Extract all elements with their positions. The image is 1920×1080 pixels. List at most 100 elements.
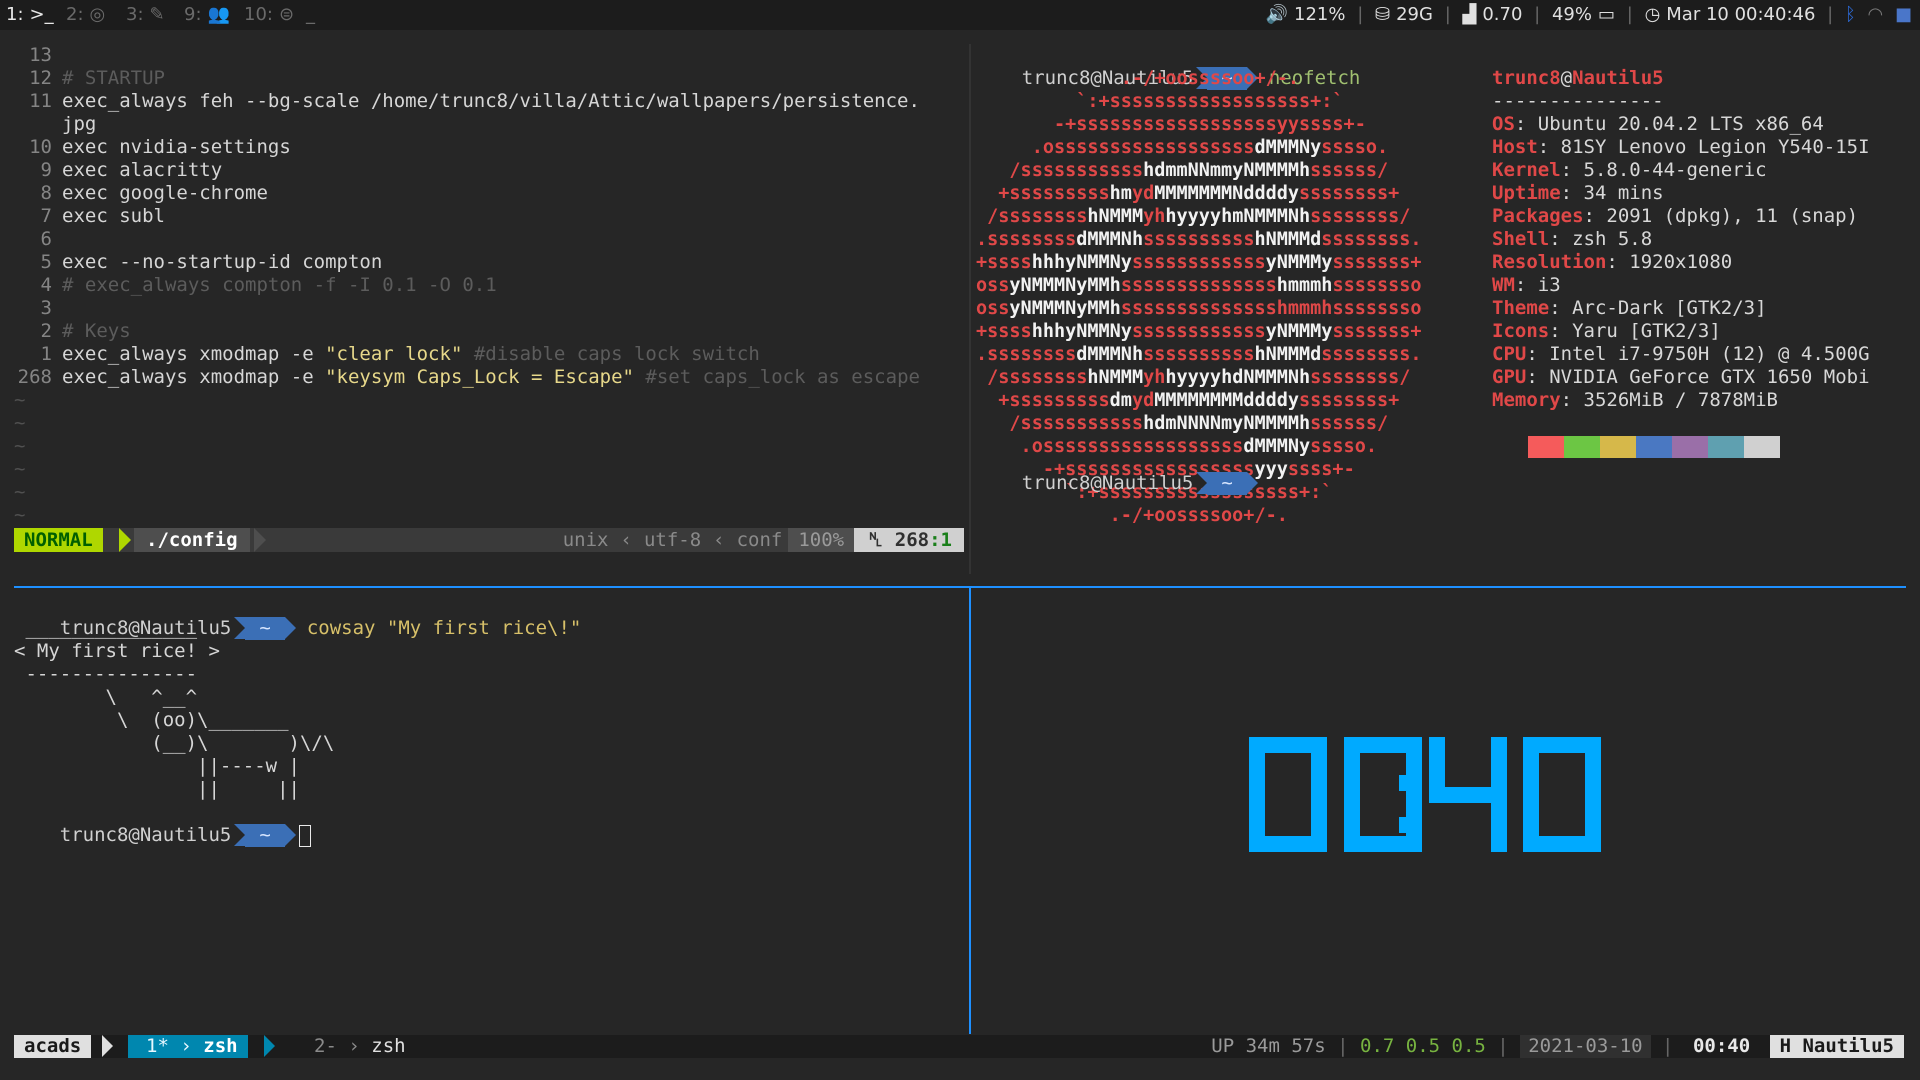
info-value: i3 [1537, 274, 1561, 296]
top-bar: 1: >_ 2: ◎ 3: ✎ 9: 👥 10: ⊜ _ 🔊 121% | ⛁ 29G | ▟ 0.70 … [0, 0, 1920, 30]
info-row: Resolution: 1920x1080 [1492, 251, 1906, 274]
vim-pane[interactable]: 13 12 # STARTUP 11 exec_always feh --bg-scal… [14, 44, 964, 556]
clock-digit [1249, 737, 1327, 852]
chrome-icon: ◎ [89, 4, 106, 25]
logo-segment: hyyyyhmNMMMNh [1165, 206, 1311, 227]
tmux-window-active[interactable]: 1* › zsh [128, 1035, 248, 1058]
logo-segment: ssssssss/ [1310, 367, 1455, 388]
code-text: exec_always xmodmap -e [62, 343, 326, 365]
pane-divider-horizontal [14, 586, 1906, 588]
vim-status-right: unix ‹ utf-8 ‹ conf 100% ␤ 268:1 [557, 528, 964, 552]
logo-segment: hNMMMd [1254, 344, 1322, 365]
wifi-icon[interactable]: ◠ [1868, 4, 1884, 25]
info-row: Theme: Arc-Dark [GTK2/3] [1492, 297, 1906, 320]
logo-segment: ssssssssss [1143, 229, 1255, 250]
system-info: trunc8@Nautilu5 --------------- OS: Ubun… [1492, 67, 1906, 412]
logo-line: ossyNMMMNyMMhsssssssssssssshmmmhssssssso [976, 274, 1486, 297]
logo-segment: +ssss [976, 321, 1032, 342]
logo-segment: ssssssss+ [1299, 390, 1455, 411]
clock-pane[interactable] [976, 594, 1906, 1024]
info-user: trunc8 [1492, 67, 1561, 89]
shell-prompt: trunc8@Nautilu5 ~ neofetch [976, 44, 1906, 90]
empty-line-marker: ~ [14, 435, 26, 457]
chevron-right-icon: › [180, 1035, 192, 1057]
code-text: exec google-chrome [62, 182, 268, 204]
bluetooth-icon[interactable]: ᛒ [1845, 4, 1856, 25]
cowsay-pane[interactable]: trunc8@Nautilu5 ~ cowsay "My first rice\!"… [14, 594, 964, 1024]
logo-segment: /sssssssssss [976, 160, 1144, 181]
logo-line: /sssssssshNMMMyhhyyyyhdNMMMNhssssssss/ [976, 366, 1486, 389]
tmux-status-right: UP 34m 57s | 0.7 0.5 0.5 | 2021-03-10 | … [1211, 1035, 1904, 1058]
line-number: 7 [40, 205, 52, 227]
code-text: jpg [62, 113, 97, 135]
logo-segment: sssso. [1321, 137, 1467, 158]
color-swatch [1708, 436, 1744, 458]
shell-prompt-2[interactable]: trunc8@Nautilu5 ~ [976, 449, 1259, 495]
digit-segment [1523, 737, 1539, 803]
logo-segment: /ssssssss [976, 367, 1088, 388]
info-host: Nautilu5 [1572, 67, 1664, 89]
uptime: UP 34m 57s [1211, 1035, 1326, 1057]
shell-prompt-2[interactable]: trunc8@Nautilu5 ~ [14, 801, 964, 847]
teams-icon[interactable]: ■ [1895, 4, 1912, 25]
info-row: WM: i3 [1492, 274, 1906, 297]
logo-segment: +sssssssss [976, 390, 1110, 411]
code-line: 1 exec_always xmodmap -e "clear lock" #di… [14, 343, 964, 366]
color-swatch [1744, 436, 1780, 458]
load-value: 0.70 [1482, 4, 1523, 25]
big-clock [1249, 737, 1601, 852]
tmux-window-inactive[interactable]: 2- › zsh [314, 1035, 406, 1058]
workspace-2[interactable]: 2: ◎ [66, 4, 105, 25]
line-number: 5 [40, 251, 52, 273]
workspace-number: 2: [66, 4, 84, 25]
workspace-3[interactable]: 3: ✎ [126, 4, 165, 25]
code-text: exec nvidia-settings [62, 136, 291, 158]
info-value: zsh 5.8 [1572, 228, 1653, 250]
volume-icon[interactable]: 🔊 [1266, 4, 1288, 25]
tmux-session[interactable]: acads [14, 1035, 92, 1058]
info-value: 3526MiB / 7878MiB [1583, 389, 1778, 411]
logo-segment: dMMMNh [1076, 344, 1144, 365]
info-value: Intel i7-9750H (12) @ 4.500G [1549, 343, 1870, 365]
vim-mode: NORMAL [14, 528, 103, 552]
logo-segment: ssssssss. [1321, 229, 1455, 250]
prompt-host: trunc8@Nautilu5 [1021, 472, 1194, 494]
disk-icon: ⛁ [1375, 4, 1391, 25]
logo-segment: .-/+oossssoo+/-. [976, 505, 1455, 526]
file-type: conf [736, 529, 783, 551]
info-colon: : [1549, 297, 1573, 319]
workspace-5[interactable]: 10: ⊜ [244, 4, 294, 25]
info-value: Ubuntu 20.04.2 LTS x86_64 [1537, 113, 1824, 135]
workspace-1[interactable]: 1: >_ [6, 4, 54, 25]
info-colon: : [1537, 136, 1561, 158]
info-value: 81SY Lenovo Legion Y540-15I [1560, 136, 1870, 158]
line-number: 12 [29, 67, 52, 89]
cowsay-output: _______________ < My first rice! > ------… [14, 617, 964, 801]
info-key: Resolution [1492, 251, 1607, 273]
digit-segment [1429, 786, 1507, 803]
vim-buffer[interactable]: 13 12 # STARTUP 11 exec_always feh --bg-scal… [14, 44, 964, 527]
neofetch-pane[interactable]: trunc8@Nautilu5 ~ neofetch .-/+oossssoo+/-… [976, 44, 1906, 584]
code-text: exec subl [62, 205, 165, 227]
vim-filename: ./config [134, 528, 250, 552]
file-percent: 100% [788, 528, 855, 552]
code-comment: # STARTUP [62, 67, 165, 89]
workspace-4[interactable]: 9: 👥 [184, 4, 230, 25]
file-encoding: utf-8 [643, 529, 702, 551]
info-colon: : [1560, 182, 1584, 204]
code-line: 12 # STARTUP [14, 67, 964, 90]
logo-line: .ssssssssdMMMNhsssssssssshNMMMdssssssss. [976, 343, 1486, 366]
code-line: 7 exec subl [14, 205, 964, 228]
logo-line: `:+ssssssssssssssssss+:` [976, 90, 1486, 113]
info-rows: OS: Ubuntu 20.04.2 LTS x86_64 Host: 81SY … [1492, 113, 1906, 412]
empty-line-marker: ~ [14, 412, 26, 434]
cowsay-line: < My first rice! > [14, 640, 220, 662]
logo-segment: hm [1109, 183, 1132, 204]
line-number-icon: ␤ [868, 529, 884, 551]
workspace-number: 3: [126, 4, 144, 25]
logo-line: +sssssssssdmydMMMMMMMMddddyssssssss+ [976, 389, 1486, 412]
code-line: 4 # exec_always compton -f -I 0.1 -O 0.1 [14, 274, 964, 297]
info-key: Kernel [1492, 159, 1561, 181]
logo-segment: +sssssssss [976, 183, 1110, 204]
info-value: 1920x1080 [1629, 251, 1733, 273]
